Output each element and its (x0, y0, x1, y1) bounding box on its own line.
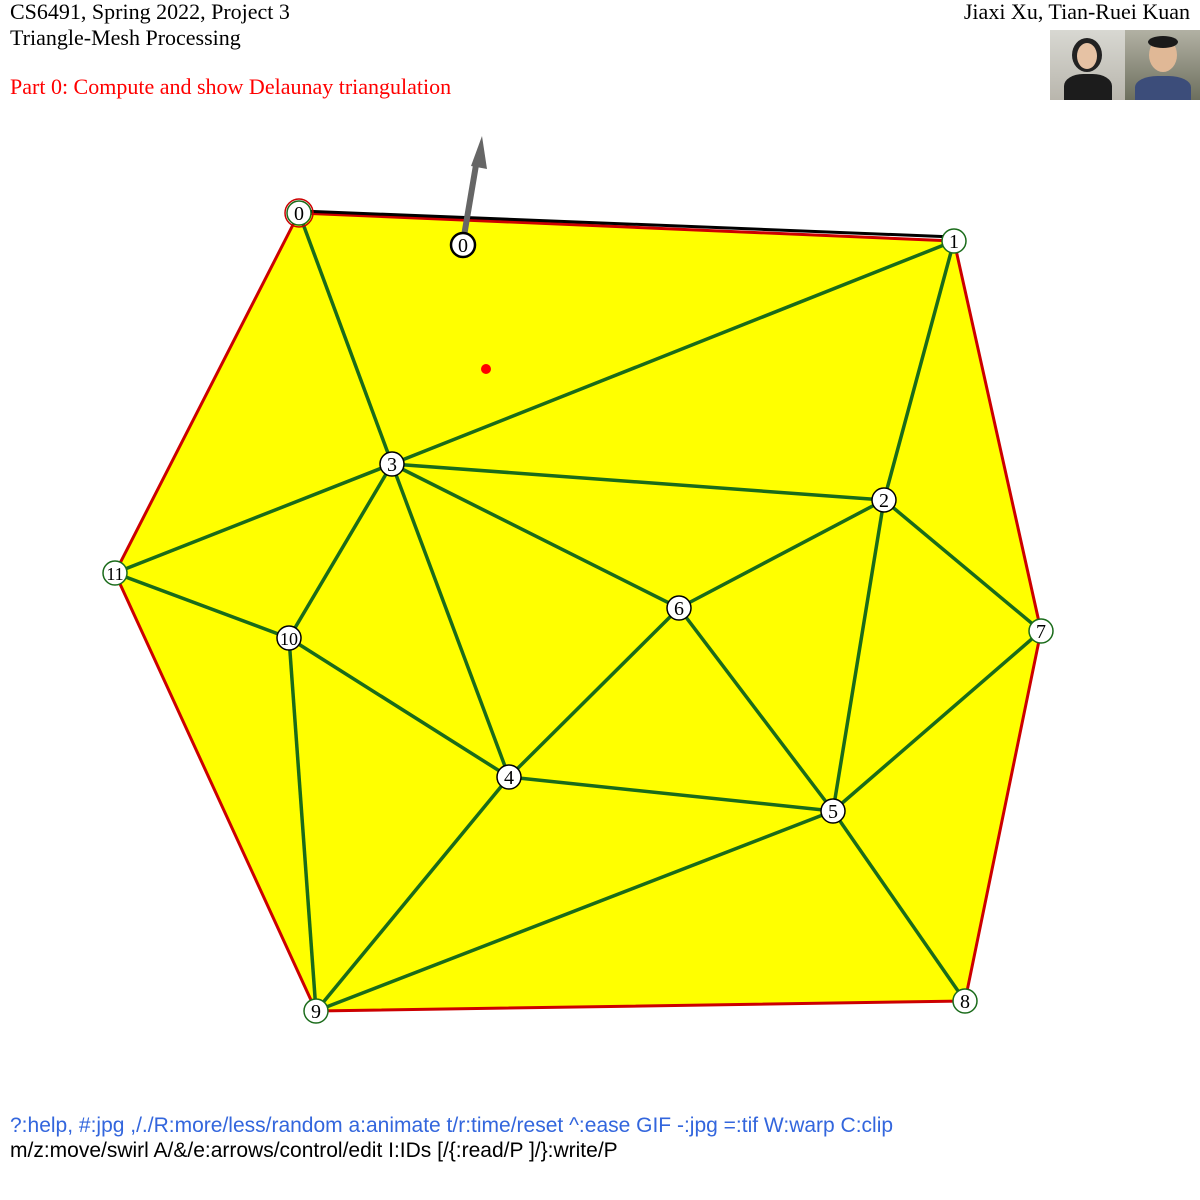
vertex-1[interactable]: 1 (941, 228, 967, 254)
arrow-head (471, 136, 487, 169)
vertex-label: 6 (674, 598, 684, 620)
vertex-label: 10 (280, 629, 298, 649)
vertex-label: 1 (949, 231, 959, 253)
vertex-label: 8 (960, 991, 970, 1013)
vertex-label: 4 (504, 767, 514, 789)
vertex-label: 0 (294, 203, 304, 225)
vertex-9[interactable]: 9 (303, 998, 329, 1024)
vertex-11[interactable]: 11 (102, 560, 128, 586)
vertex-7[interactable]: 7 (1028, 618, 1054, 644)
mesh-canvas[interactable]: 0 0 1 2 3 4 5 6 7 8 9 10 11 (0, 0, 1200, 1200)
vertex-8[interactable]: 8 (952, 988, 978, 1014)
help-keys-line-1: ?:help, #:jpg ,/./R:more/less/random a:a… (10, 1114, 894, 1137)
vertex-6[interactable]: 6 (666, 595, 692, 621)
red-point-marker (481, 364, 491, 374)
help-keys-line-2: m/z:move/swirl A/&/e:arrows/control/edit… (10, 1139, 618, 1162)
triangulation-fill (115, 213, 1041, 1011)
vertex-label: 2 (879, 490, 889, 512)
vertex-5[interactable]: 5 (820, 798, 846, 824)
vertex-label: 5 (828, 801, 838, 823)
vertex-0[interactable]: 0 (284, 198, 314, 228)
arrow-corner-label: 0 (458, 235, 468, 257)
vertex-label: 11 (106, 564, 123, 584)
vertex-label: 3 (387, 454, 397, 476)
vertex-3[interactable]: 3 (379, 451, 405, 477)
vertex-label: 9 (311, 1001, 321, 1023)
vertex-10[interactable]: 10 (276, 625, 302, 651)
vertex-label: 7 (1036, 621, 1046, 643)
vertex-4[interactable]: 4 (496, 764, 522, 790)
vertex-2[interactable]: 2 (871, 487, 897, 513)
